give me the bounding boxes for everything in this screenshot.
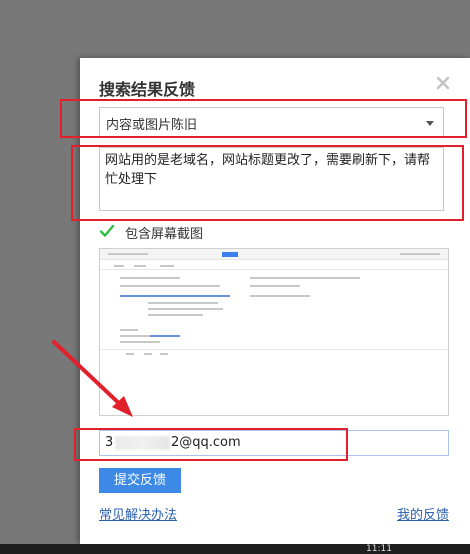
annotation-arrow-icon bbox=[52, 340, 133, 417]
taskbar bbox=[0, 544, 470, 554]
taskbar-clock: 11:11 bbox=[366, 544, 392, 554]
